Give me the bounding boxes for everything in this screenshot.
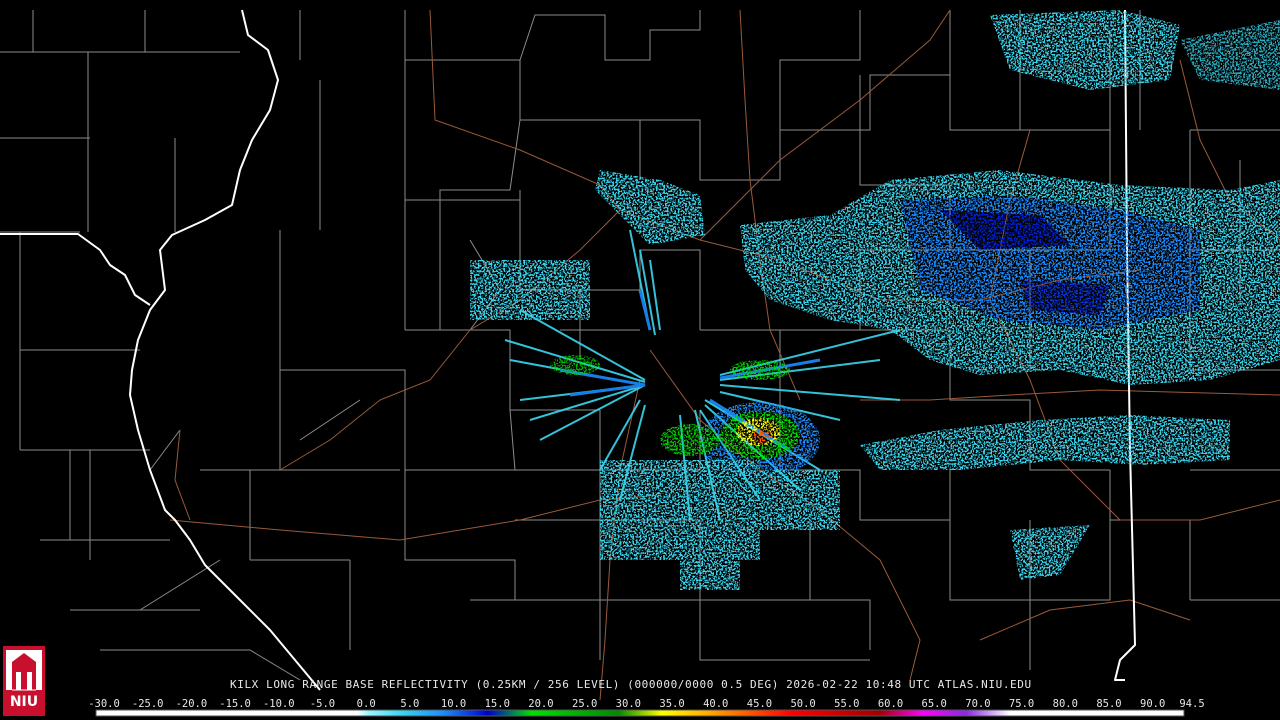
scale-label: 70.0: [965, 698, 991, 710]
scale-label: 45.0: [746, 698, 773, 710]
scale-label: 25.0: [571, 698, 598, 710]
scale-label: 80.0: [1052, 698, 1078, 710]
radar-echoes: [470, 10, 1280, 590]
scale-label: 94.5: [1179, 698, 1205, 710]
scale-label: 0.0: [356, 698, 376, 710]
scale-label: 60.0: [877, 698, 904, 710]
scale-label: 55.0: [834, 698, 860, 710]
scale-label: -25.0: [131, 698, 164, 710]
scale-label: 5.0: [400, 698, 420, 710]
radar-map: [0, 9, 1280, 717]
scale-label: 75.0: [1008, 698, 1035, 710]
scale-label: 50.0: [790, 698, 816, 710]
scale-label: 65.0: [921, 698, 947, 710]
scale-label: -20.0: [175, 698, 208, 710]
scale-labels: -30.0 -25.0 -20.0 -15.0 -10.0 -5.0 0.0 5.0 10.0 1…: [88, 698, 1204, 710]
scale-label: 15.0: [484, 698, 510, 710]
scale-label: 20.0: [528, 698, 554, 710]
scale-label: 30.0: [615, 698, 641, 710]
reflectivity-color-scale: [95, 709, 1185, 717]
scale-label: -15.0: [219, 698, 251, 710]
scale-label: -30.0: [88, 698, 120, 710]
scale-label: 85.0: [1096, 698, 1122, 710]
product-description: KILX LONG RANGE BASE REFLECTIVITY (0.25K…: [230, 678, 1032, 691]
scale-label: -5.0: [309, 698, 336, 710]
niu-logo-text: NIU: [9, 694, 39, 710]
scale-label: 10.0: [440, 698, 467, 710]
scale-label: 35.0: [659, 698, 685, 710]
scale-label: 90.0: [1140, 698, 1166, 710]
scale-label: 40.0: [703, 698, 729, 710]
scale-label: -10.0: [262, 698, 295, 710]
